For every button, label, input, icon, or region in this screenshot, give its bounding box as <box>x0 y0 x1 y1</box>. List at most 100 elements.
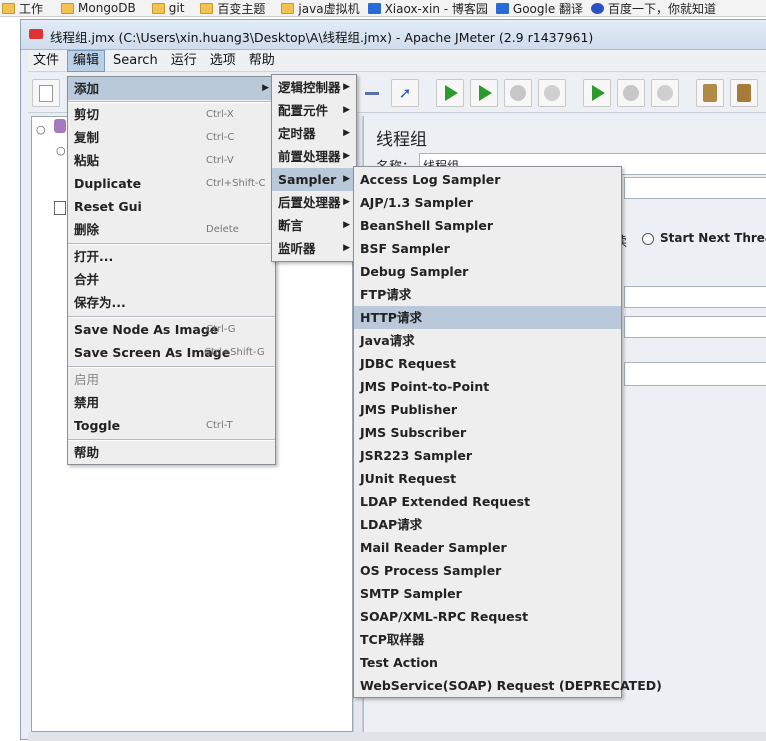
test-plan-icon[interactable] <box>54 119 66 133</box>
menu-file[interactable]: 文件 <box>28 50 64 72</box>
sampler-item[interactable]: JDBC Request <box>354 352 621 375</box>
sampler-item[interactable]: LDAP请求 <box>354 513 621 536</box>
bookmark-translate[interactable]: Google 翻译 <box>494 0 589 16</box>
submenu-arrow-icon: ▶ <box>343 197 350 207</box>
bookmark-theme[interactable]: 百变主题 <box>198 0 271 16</box>
submenu-arrow-icon: ▶ <box>343 82 350 92</box>
menu-item-merge[interactable]: 合并 <box>68 268 275 291</box>
menu-item-duplicate[interactable]: Duplicate Ctrl+Shift-C <box>68 172 275 195</box>
shutdown-icon[interactable] <box>538 79 566 107</box>
add-item-sampler[interactable]: Sampler ▶ <box>272 168 356 191</box>
sampler-item[interactable]: JMS Subscriber <box>354 421 621 444</box>
sampler-item[interactable]: SOAP/XML-RPC Request <box>354 605 621 628</box>
add-item-logic-controller[interactable]: 逻辑控制器 ▶ <box>272 76 356 99</box>
menu-item-paste[interactable]: 粘贴 Ctrl-V <box>68 149 275 172</box>
menu-item-save-as[interactable]: 保存为... <box>68 291 275 314</box>
submenu-arrow-icon: ▶ <box>343 151 350 161</box>
bookmark-jvm[interactable]: java虚拟机 <box>279 0 365 16</box>
bookmark-work[interactable]: 工作 <box>0 0 49 16</box>
add-item-assertion[interactable]: 断言 ▶ <box>272 214 356 237</box>
ramp-up-field[interactable] <box>624 316 766 338</box>
edit-menu: 添加 ▶ 剪切 Ctrl-X 复制 Ctrl-C 粘贴 Ctrl-V Duplicate… <box>67 76 276 465</box>
sampler-item[interactable]: Debug Sampler <box>354 260 621 283</box>
sampler-item[interactable]: FTP请求 <box>354 283 621 306</box>
add-item-listener[interactable]: 监听器 ▶ <box>272 237 356 260</box>
sampler-item[interactable]: WebService(SOAP) Request (DEPRECATED) <box>354 674 662 697</box>
menu-item-copy[interactable]: 复制 Ctrl-C <box>68 126 275 149</box>
workbench-icon[interactable] <box>54 201 66 215</box>
clear-all-icon[interactable] <box>730 79 758 107</box>
remote-shutdown-icon[interactable] <box>651 79 679 107</box>
menu-item-save-node-image[interactable]: Save Node As Image Ctrl-G <box>68 318 275 341</box>
title-bar[interactable]: 线程组.jmx (C:\Users\xin.huang3\Desktop\A\线… <box>21 20 766 50</box>
new-icon[interactable] <box>32 79 60 107</box>
site-icon <box>367 2 381 14</box>
folder-icon <box>281 2 295 14</box>
menu-item-reset-gui[interactable]: Reset Gui <box>68 195 275 218</box>
folder-icon <box>2 2 15 14</box>
add-item-config-element[interactable]: 配置元件 ▶ <box>272 99 356 122</box>
menu-item-help[interactable]: 帮助 <box>68 441 275 464</box>
remote-stop-icon[interactable] <box>617 79 645 107</box>
menu-run[interactable]: 运行 <box>166 50 202 72</box>
sampler-item[interactable]: AJP/1.3 Sampler <box>354 191 621 214</box>
sampler-item[interactable]: SMTP Sampler <box>354 582 621 605</box>
bookmark-baidu[interactable]: 百度一下，你就知道 <box>589 0 722 16</box>
bookmark-git[interactable]: git <box>150 0 191 16</box>
paw-icon <box>591 2 605 14</box>
collapse-icon[interactable] <box>361 79 383 107</box>
radio-start-next-thread[interactable] <box>642 233 654 245</box>
sampler-item[interactable]: BSF Sampler <box>354 237 621 260</box>
menu-item-toggle[interactable]: Toggle Ctrl-T <box>68 414 275 437</box>
sampler-item[interactable]: Mail Reader Sampler <box>354 536 621 559</box>
tree-expander-icon[interactable]: ○ <box>56 144 66 157</box>
sampler-item[interactable]: BeanShell Sampler <box>354 214 621 237</box>
sampler-item[interactable]: LDAP Extended Request <box>354 490 621 513</box>
bookmark-label: java虚拟机 <box>298 1 360 16</box>
loop-count-field[interactable] <box>624 362 766 386</box>
bookmarks-bar: 工作 MongoDB git 百变主题 java虚拟机 Xiaox-xin - … <box>0 0 766 17</box>
folder-icon <box>151 2 165 14</box>
menu-help[interactable]: 帮助 <box>244 50 280 72</box>
sampler-item[interactable]: JUnit Request <box>354 467 621 490</box>
bookmark-label: Xiaox-xin - 博客园 <box>384 1 488 16</box>
stop-icon[interactable] <box>504 79 532 107</box>
panel-title: 线程组 <box>376 130 427 150</box>
menu-item-delete[interactable]: 删除 Delete <box>68 218 275 241</box>
add-item-timer[interactable]: 定时器 ▶ <box>272 122 356 145</box>
submenu-arrow-icon: ▶ <box>343 220 350 230</box>
menu-item-open[interactable]: 打开... <box>68 245 275 268</box>
menu-options[interactable]: 选项 <box>205 50 241 72</box>
sampler-item[interactable]: OS Process Sampler <box>354 559 621 582</box>
add-item-pre-processor[interactable]: 前置处理器 ▶ <box>272 145 356 168</box>
folder-icon <box>200 2 214 14</box>
menu-edit[interactable]: 编辑 <box>67 49 106 72</box>
add-item-post-processor[interactable]: 后置处理器 ▶ <box>272 191 356 214</box>
menu-item-disable[interactable]: 禁用 <box>68 391 275 414</box>
sampler-item[interactable]: Java请求 <box>354 329 621 352</box>
bookmark-blog[interactable]: Xiaox-xin - 博客园 <box>366 0 494 16</box>
bookmark-mongodb[interactable]: MongoDB <box>59 0 142 16</box>
tree-expander-icon[interactable]: ○ <box>36 123 46 136</box>
sampler-item[interactable]: JMS Publisher <box>354 398 621 421</box>
toggle-icon[interactable]: ➚ <box>391 79 419 107</box>
sampler-item[interactable]: Test Action <box>354 651 621 674</box>
menu-item-cut[interactable]: 剪切 Ctrl-X <box>68 103 275 126</box>
clear-icon[interactable] <box>696 79 724 107</box>
start-icon[interactable] <box>436 79 464 107</box>
sampler-item[interactable]: JSR223 Sampler <box>354 444 621 467</box>
sampler-item[interactable]: HTTP请求 <box>354 306 621 329</box>
threads-field[interactable] <box>624 286 766 308</box>
remote-start-icon[interactable] <box>583 79 611 107</box>
menu-item-save-screen-image[interactable]: Save Screen As Image Ctrl+Shift-G <box>68 341 275 364</box>
comment-field[interactable] <box>624 177 766 199</box>
sampler-item[interactable]: Access Log Sampler <box>354 168 621 191</box>
sampler-item[interactable]: JMS Point-to-Point <box>354 375 621 398</box>
menu-search[interactable]: Search <box>108 50 163 72</box>
menu-item-add[interactable]: 添加 ▶ <box>68 77 275 100</box>
sampler-item[interactable]: TCP取样器 <box>354 628 621 651</box>
translate-icon <box>495 2 509 14</box>
sampler-submenu: Access Log Sampler AJP/1.3 Sampler BeanShe… <box>353 166 662 698</box>
start-no-pause-icon[interactable] <box>470 79 498 107</box>
bookmark-label: git <box>168 1 185 15</box>
